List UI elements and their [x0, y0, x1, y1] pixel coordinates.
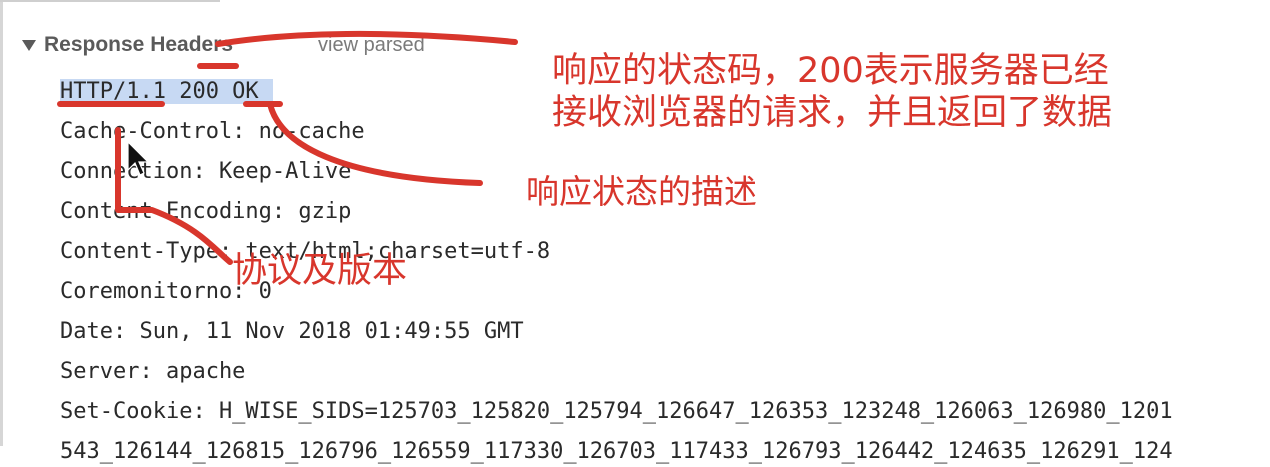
status-code-annotation-line2: 接收浏览器的请求，并且返回了数据 — [552, 93, 1113, 133]
header-row: 543_126144_126815_126796_126559_117330_1… — [60, 439, 1173, 464]
status-line-row[interactable]: HTTP/1.1 200 OK — [60, 77, 273, 107]
status-code-annotation-line1: 响应的状态码，200表示服务器已经 — [552, 51, 1109, 91]
response-headers-toggle[interactable]: Response Headers — [22, 30, 233, 60]
header-row: Date: Sun, 11 Nov 2018 01:49:55 GMT — [60, 319, 524, 344]
protocol-annotation: 协议及版本 — [232, 251, 408, 291]
header-row: Content-Encoding: gzip — [60, 199, 352, 224]
panel-top-divider — [0, 0, 220, 2]
disclosure-triangle-icon — [22, 39, 36, 51]
status-line: HTTP/1.1 200 OK — [60, 79, 273, 104]
header-row: Set-Cookie: H_WISE_SIDS=125703_125820_12… — [60, 399, 1173, 424]
status-description-annotation: 响应状态的描述 — [526, 172, 757, 211]
header-row: Cache-Control: no-cache — [60, 119, 365, 144]
panel-left-border — [0, 0, 3, 446]
section-title: Response Headers — [44, 33, 234, 56]
header-row: Server: apache — [60, 359, 246, 384]
header-row: Connection: Keep-Alive — [60, 159, 352, 184]
view-parsed-link[interactable]: view parsed — [318, 32, 425, 58]
